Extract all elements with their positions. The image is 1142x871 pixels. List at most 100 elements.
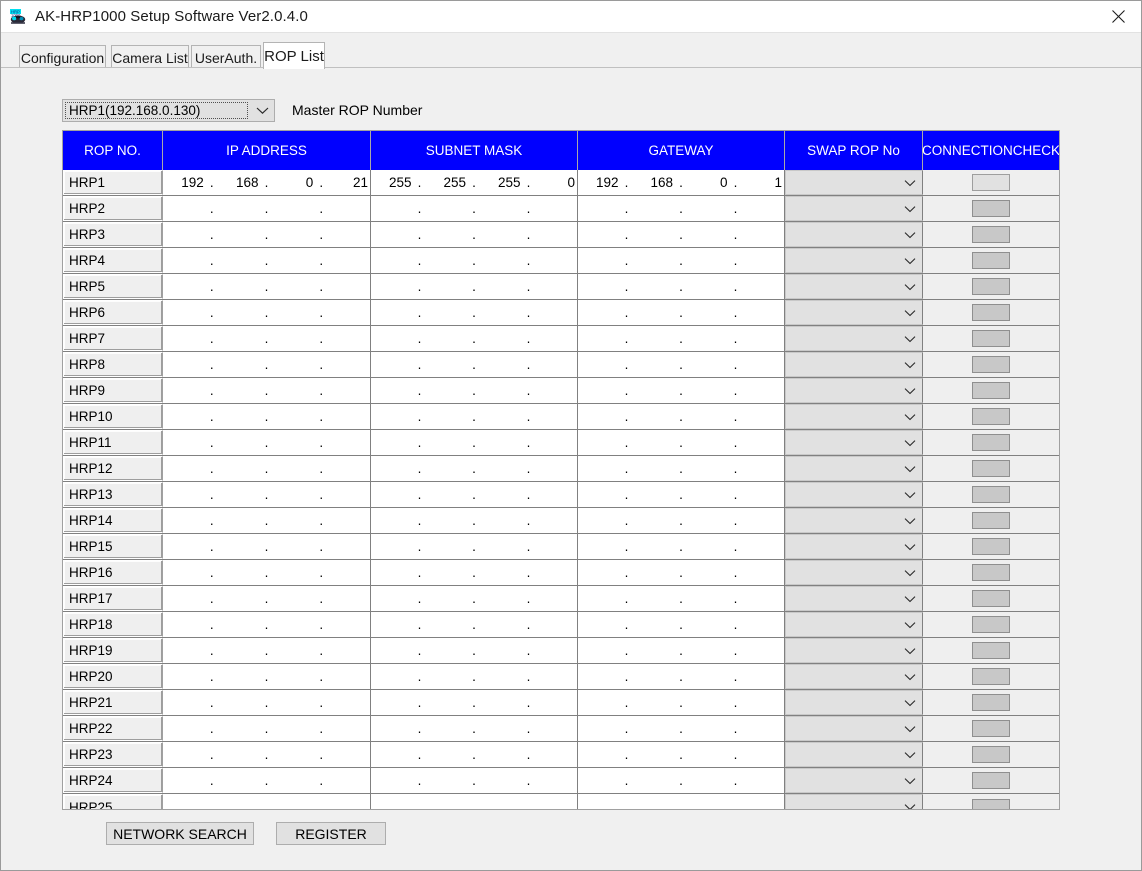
rop-no-cell[interactable]: HRP12 [63,456,163,481]
rop-no-cell[interactable]: HRP10 [63,404,163,429]
connection-check-cell[interactable] [923,586,1059,611]
gateway-cell[interactable]: ... [578,248,785,273]
swap-rop-no-select[interactable] [785,612,923,637]
subnet-mask-cell[interactable]: ... [371,560,578,585]
subnet-mask-cell[interactable]: ... [371,534,578,559]
connection-check-cell[interactable] [923,170,1059,195]
octet-field[interactable]: 0 [687,175,730,190]
ip-address-cell[interactable]: ... [163,274,371,299]
subnet-mask-cell[interactable]: ... [371,430,578,455]
subnet-mask-cell[interactable]: ... [371,326,578,351]
subnet-mask-cell[interactable]: ... [371,352,578,377]
ip-address-cell[interactable]: ... [163,690,371,715]
gateway-cell[interactable]: ... [578,196,785,221]
gateway-cell[interactable]: 192. 168. 0. 1 [578,170,785,195]
gateway-cell[interactable]: ... [578,586,785,611]
octet-field[interactable]: 1 [742,175,785,190]
gateway-cell[interactable]: ... [578,482,785,507]
master-rop-select[interactable]: HRP1(192.168.0.130) [62,99,275,122]
connection-check-cell[interactable] [923,404,1059,429]
rop-no-cell[interactable]: HRP17 [63,586,163,611]
subnet-mask-cell[interactable]: ... [371,768,578,793]
ip-address-cell[interactable]: ... [163,534,371,559]
swap-rop-no-select[interactable] [785,560,923,585]
swap-rop-no-select[interactable] [785,690,923,715]
subnet-mask-cell[interactable]: ... [371,638,578,663]
swap-rop-no-select[interactable] [785,716,923,741]
ip-address-cell[interactable]: ... [163,300,371,325]
ip-address-cell[interactable]: ... [163,560,371,585]
rop-no-cell[interactable]: HRP3 [63,222,163,247]
subnet-mask-cell[interactable]: ... [371,716,578,741]
swap-rop-no-select[interactable] [785,196,923,221]
subnet-mask-cell[interactable]: ... [371,664,578,689]
subnet-mask-cell[interactable]: ... [371,378,578,403]
subnet-mask-cell[interactable]: ... [371,690,578,715]
connection-check-cell[interactable] [923,300,1059,325]
ip-address-cell[interactable]: ... [163,326,371,351]
gateway-cell[interactable]: ... [578,690,785,715]
swap-rop-no-select[interactable] [785,274,923,299]
ip-address-cell[interactable]: ... [163,196,371,221]
ip-address-cell[interactable]: ... [163,482,371,507]
rop-no-cell[interactable]: HRP4 [63,248,163,273]
rop-no-cell[interactable]: HRP7 [63,326,163,351]
swap-rop-no-select[interactable] [785,170,923,195]
subnet-mask-cell[interactable]: ... [371,274,578,299]
subnet-mask-cell[interactable]: ... [371,222,578,247]
swap-rop-no-select[interactable] [785,300,923,325]
subnet-mask-cell[interactable]: ... [371,482,578,507]
gateway-cell[interactable]: ... [578,300,785,325]
gateway-cell[interactable]: ... [578,560,785,585]
ip-address-cell[interactable]: ... [163,248,371,273]
connection-check-cell[interactable] [923,768,1059,793]
ip-address-cell[interactable]: ... [163,508,371,533]
connection-check-cell[interactable] [923,274,1059,299]
swap-rop-no-select[interactable] [785,482,923,507]
swap-rop-no-select[interactable] [785,638,923,663]
subnet-mask-cell[interactable]: ... [371,508,578,533]
swap-rop-no-select[interactable] [785,326,923,351]
gateway-cell[interactable]: ... [578,326,785,351]
swap-rop-no-select[interactable] [785,768,923,793]
subnet-mask-cell[interactable]: 255. 255. 255. 0 [371,170,578,195]
ip-address-cell[interactable]: ... [163,222,371,247]
swap-rop-no-select[interactable] [785,378,923,403]
ip-address-cell[interactable]: ... [163,456,371,481]
gateway-cell[interactable]: ... [578,352,785,377]
connection-check-cell[interactable] [923,456,1059,481]
connection-check-cell[interactable] [923,534,1059,559]
swap-rop-no-select[interactable] [785,742,923,767]
tab-camera-list[interactable]: Camera List [111,45,189,69]
subnet-mask-cell[interactable]: ... [371,456,578,481]
rop-no-cell[interactable]: HRP21 [63,690,163,715]
rop-no-cell[interactable]: HRP18 [63,612,163,637]
gateway-cell[interactable]: ... [578,378,785,403]
rop-no-cell[interactable]: HRP6 [63,300,163,325]
octet-field[interactable]: 168 [218,175,261,190]
octet-field[interactable]: 255 [426,175,469,190]
gateway-cell[interactable]: ... [578,456,785,481]
rop-no-cell[interactable]: HRP16 [63,560,163,585]
rop-no-cell[interactable]: HRP9 [63,378,163,403]
connection-check-cell[interactable] [923,196,1059,221]
subnet-mask-cell[interactable]: ... [371,742,578,767]
connection-check-cell[interactable] [923,560,1059,585]
ip-address-cell[interactable]: ... [163,664,371,689]
ip-address-cell[interactable]: ... [163,612,371,637]
tab-userauth[interactable]: UserAuth. [191,45,261,69]
connection-check-cell[interactable] [923,742,1059,767]
ip-address-cell[interactable]: ... [163,716,371,741]
register-button[interactable]: REGISTER [276,822,386,845]
octet-field[interactable]: 0 [535,175,578,190]
connection-check-cell[interactable] [923,794,1059,809]
gateway-cell[interactable]: ... [578,716,785,741]
gateway-cell[interactable]: ... [578,768,785,793]
gateway-cell[interactable]: ... [578,638,785,663]
gateway-cell[interactable]: ... [578,508,785,533]
rop-no-cell[interactable]: HRP23 [63,742,163,767]
gateway-cell[interactable]: ... [578,664,785,689]
octet-field[interactable]: 192 [163,175,206,190]
connection-check-cell[interactable] [923,612,1059,637]
network-search-button[interactable]: NETWORK SEARCH [106,822,254,845]
